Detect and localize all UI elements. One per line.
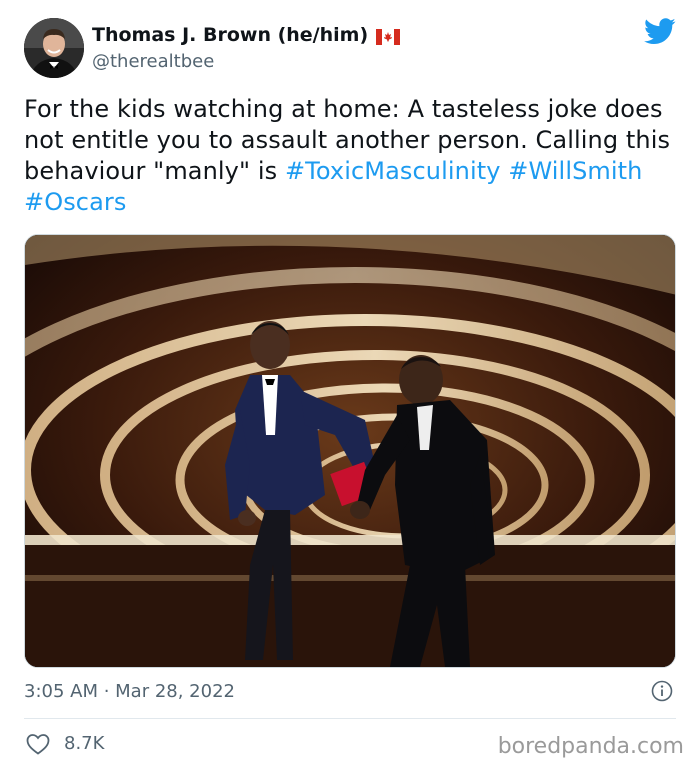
info-icon[interactable] bbox=[651, 680, 673, 702]
watermark: boredpanda.com bbox=[497, 734, 684, 759]
twitter-bird-icon[interactable] bbox=[644, 18, 676, 45]
hashtag-toxicmasculinity[interactable]: #ToxicMasculinity bbox=[285, 157, 501, 185]
author-display-name[interactable]: Thomas J. Brown (he/him) bbox=[92, 24, 368, 46]
heart-icon[interactable] bbox=[26, 733, 50, 755]
hashtag-oscars[interactable]: #Oscars bbox=[24, 188, 126, 216]
like-count[interactable]: 8.7K bbox=[64, 733, 104, 754]
tweet-timestamp[interactable]: 3:05 AM · Mar 28, 2022 bbox=[24, 681, 235, 702]
hashtag-willsmith[interactable]: #WillSmith bbox=[508, 157, 642, 185]
avatar-photo bbox=[24, 18, 84, 78]
tweet-text: For the kids watching at home: A tastele… bbox=[24, 94, 684, 218]
author-handle[interactable]: @therealtbee bbox=[92, 51, 214, 72]
stage-photo bbox=[25, 235, 675, 667]
tweet-media[interactable] bbox=[24, 234, 676, 668]
canada-flag-icon bbox=[376, 28, 401, 45]
divider bbox=[24, 718, 676, 719]
avatar[interactable] bbox=[24, 18, 84, 78]
author-name-row[interactable]: Thomas J. Brown (he/him) bbox=[92, 24, 401, 46]
